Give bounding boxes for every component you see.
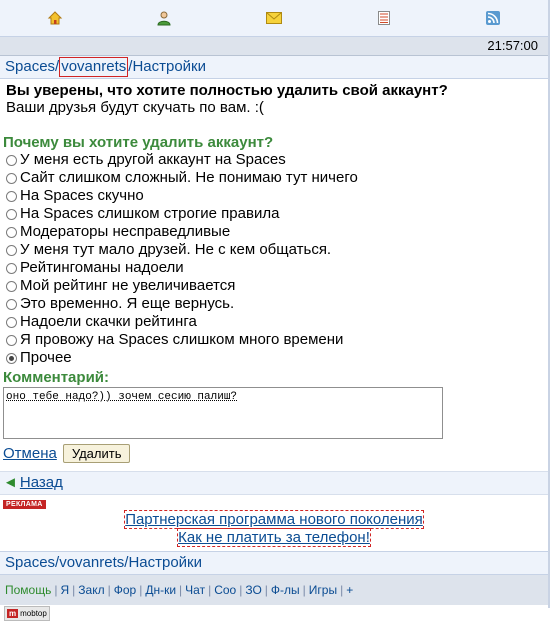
bottom-nav-item[interactable]: Соо <box>214 583 236 597</box>
reason-option[interactable]: На Spaces слишком строгие правила <box>6 205 548 223</box>
confirmation-title: Вы уверены, что хотите полностью удалить… <box>6 82 448 99</box>
clock: 21:57:00 <box>0 37 548 56</box>
delete-confirmation: Вы уверены, что хотите полностью удалить… <box>0 79 548 116</box>
comment-label: Комментарий: <box>3 369 110 386</box>
nav-separator: | <box>208 583 212 597</box>
breadcrumb: Spaces/vovanrets/Настройки <box>0 56 548 79</box>
mobtop-label: mobtop <box>20 609 47 618</box>
reason-label: Сайт слишком сложный. Не понимаю тут нич… <box>20 169 358 186</box>
bottom-nav-item[interactable]: Я <box>60 583 69 597</box>
top-navigation <box>0 0 548 37</box>
mail-icon[interactable] <box>265 9 283 27</box>
page: 21:57:00 Spaces/vovanrets/Настройки Вы у… <box>0 0 550 608</box>
nav-separator: | <box>139 583 143 597</box>
bottom-nav-item[interactable]: ЗО <box>245 583 261 597</box>
nav-separator: | <box>264 583 268 597</box>
ad-label: РЕКЛАМА <box>3 500 46 509</box>
bottom-nav-item[interactable]: + <box>346 583 353 597</box>
reason-option[interactable]: Мой рейтинг не увеличивается <box>6 277 548 295</box>
reason-label: На Spaces скучно <box>20 187 144 204</box>
mobtop-badge[interactable]: m mobtop <box>4 606 50 621</box>
reasons-list: У меня есть другой аккаунт на Spaces Сайт… <box>0 151 548 367</box>
radio-button[interactable] <box>6 154 17 166</box>
bottom-nav-item[interactable]: Фор <box>114 583 136 597</box>
reason-option[interactable]: Я провожу на Spaces слишком много времен… <box>6 331 548 349</box>
bottom-nav-item[interactable]: Закл <box>78 583 104 597</box>
radio-button[interactable] <box>6 316 17 328</box>
reason-label: Модераторы несправедливые <box>20 223 231 240</box>
bottom-nav-item[interactable]: Игры <box>309 583 337 597</box>
cancel-link[interactable]: Отмена <box>3 445 57 462</box>
radio-button[interactable] <box>6 226 17 238</box>
reason-label: Это временно. Я еще вернусь. <box>20 295 235 312</box>
mobtop-logo-icon: m <box>7 609 19 618</box>
radio-button[interactable] <box>6 172 17 184</box>
nav-separator: | <box>179 583 183 597</box>
rss-icon[interactable] <box>484 9 502 27</box>
bottom-nav-item[interactable]: Дн-ки <box>145 583 176 597</box>
breadcrumb-bottom-site[interactable]: Spaces <box>5 554 55 571</box>
nav-separator: | <box>72 583 76 597</box>
delete-button[interactable]: Удалить <box>62 443 131 463</box>
radio-button[interactable] <box>6 334 17 346</box>
back-link[interactable]: Назад <box>20 474 63 491</box>
reason-option[interactable]: У меня тут мало друзей. Не с кем общатьс… <box>6 241 548 259</box>
list-icon[interactable] <box>375 9 393 27</box>
radio-button[interactable] <box>6 280 17 292</box>
bottom-nav-item[interactable]: Чат <box>185 583 205 597</box>
reason-label: Мой рейтинг не увеличивается <box>20 277 236 294</box>
reason-option[interactable]: Модераторы несправедливые <box>6 223 548 241</box>
radio-button[interactable] <box>6 244 17 256</box>
back-bar: ◄ Назад <box>0 471 548 495</box>
radio-button[interactable] <box>6 298 17 310</box>
breadcrumb-bottom-user[interactable]: vovanrets <box>59 554 124 571</box>
breadcrumb-page[interactable]: Настройки <box>132 58 206 75</box>
nav-separator: | <box>239 583 243 597</box>
reason-label: У меня есть другой аккаунт на Spaces <box>20 151 286 168</box>
reason-label: Надоели скачки рейтинга <box>20 313 197 330</box>
reason-label: Рейтингоманы надоели <box>20 259 184 276</box>
ad-block: РЕКЛАМА Партнерская программа нового пок… <box>0 495 548 551</box>
reason-label: У меня тут мало друзей. Не с кем общатьс… <box>20 241 332 258</box>
reason-label: Прочее <box>20 349 72 366</box>
user-icon[interactable] <box>155 9 173 27</box>
reason-option[interactable]: Прочее <box>6 349 548 367</box>
breadcrumb-bottom-page[interactable]: Настройки <box>128 554 202 571</box>
reason-option[interactable]: На Spaces скучно <box>6 187 548 205</box>
bottom-navigation: Помощь | Я | Закл | Фор | Дн-ки | Чат | Соо | ЗО | Ф-лы |… <box>0 575 548 605</box>
breadcrumb-user[interactable]: vovanrets <box>59 57 129 77</box>
breadcrumb-site[interactable]: Spaces <box>5 58 55 75</box>
ad-link-phone[interactable]: Как не платить за телефон! <box>177 528 371 547</box>
nav-separator: | <box>340 583 344 597</box>
reason-option[interactable]: У меня есть другой аккаунт на Spaces <box>6 151 548 169</box>
reason-option[interactable]: Надоели скачки рейтинга <box>6 313 548 331</box>
confirmation-subtitle: Ваши друзья будут скучать по вам. :( <box>6 99 264 116</box>
radio-button[interactable] <box>6 190 17 202</box>
form-actions: Отмена Удалить <box>0 441 548 465</box>
back-arrow-icon: ◄ <box>3 474 18 491</box>
radio-button[interactable] <box>6 262 17 274</box>
nav-separator: | <box>107 583 111 597</box>
reason-option[interactable]: Сайт слишком сложный. Не понимаю тут нич… <box>6 169 548 187</box>
bottom-nav-item[interactable]: Ф-лы <box>271 583 300 597</box>
ad-link-partner[interactable]: Партнерская программа нового поколения <box>124 510 424 529</box>
home-icon[interactable] <box>46 9 64 27</box>
reasons-title: Почему вы хотите удалить аккаунт? <box>3 134 274 151</box>
reason-label: Я провожу на Spaces слишком много времен… <box>20 331 344 348</box>
reason-label: На Spaces слишком строгие правила <box>20 205 280 222</box>
bottom-nav-item[interactable]: Помощь <box>5 583 51 597</box>
nav-separator: | <box>302 583 306 597</box>
reason-option[interactable]: Рейтингоманы надоели <box>6 259 548 277</box>
radio-button[interactable] <box>6 352 17 364</box>
reason-option[interactable]: Это временно. Я еще вернусь. <box>6 295 548 313</box>
nav-separator: | <box>54 583 58 597</box>
breadcrumb-bottom: Spaces/vovanrets/Настройки <box>0 551 548 575</box>
comment-textarea[interactable]: оно тебе надо?)) зочем сесию палиш? <box>3 387 443 439</box>
radio-button[interactable] <box>6 208 17 220</box>
